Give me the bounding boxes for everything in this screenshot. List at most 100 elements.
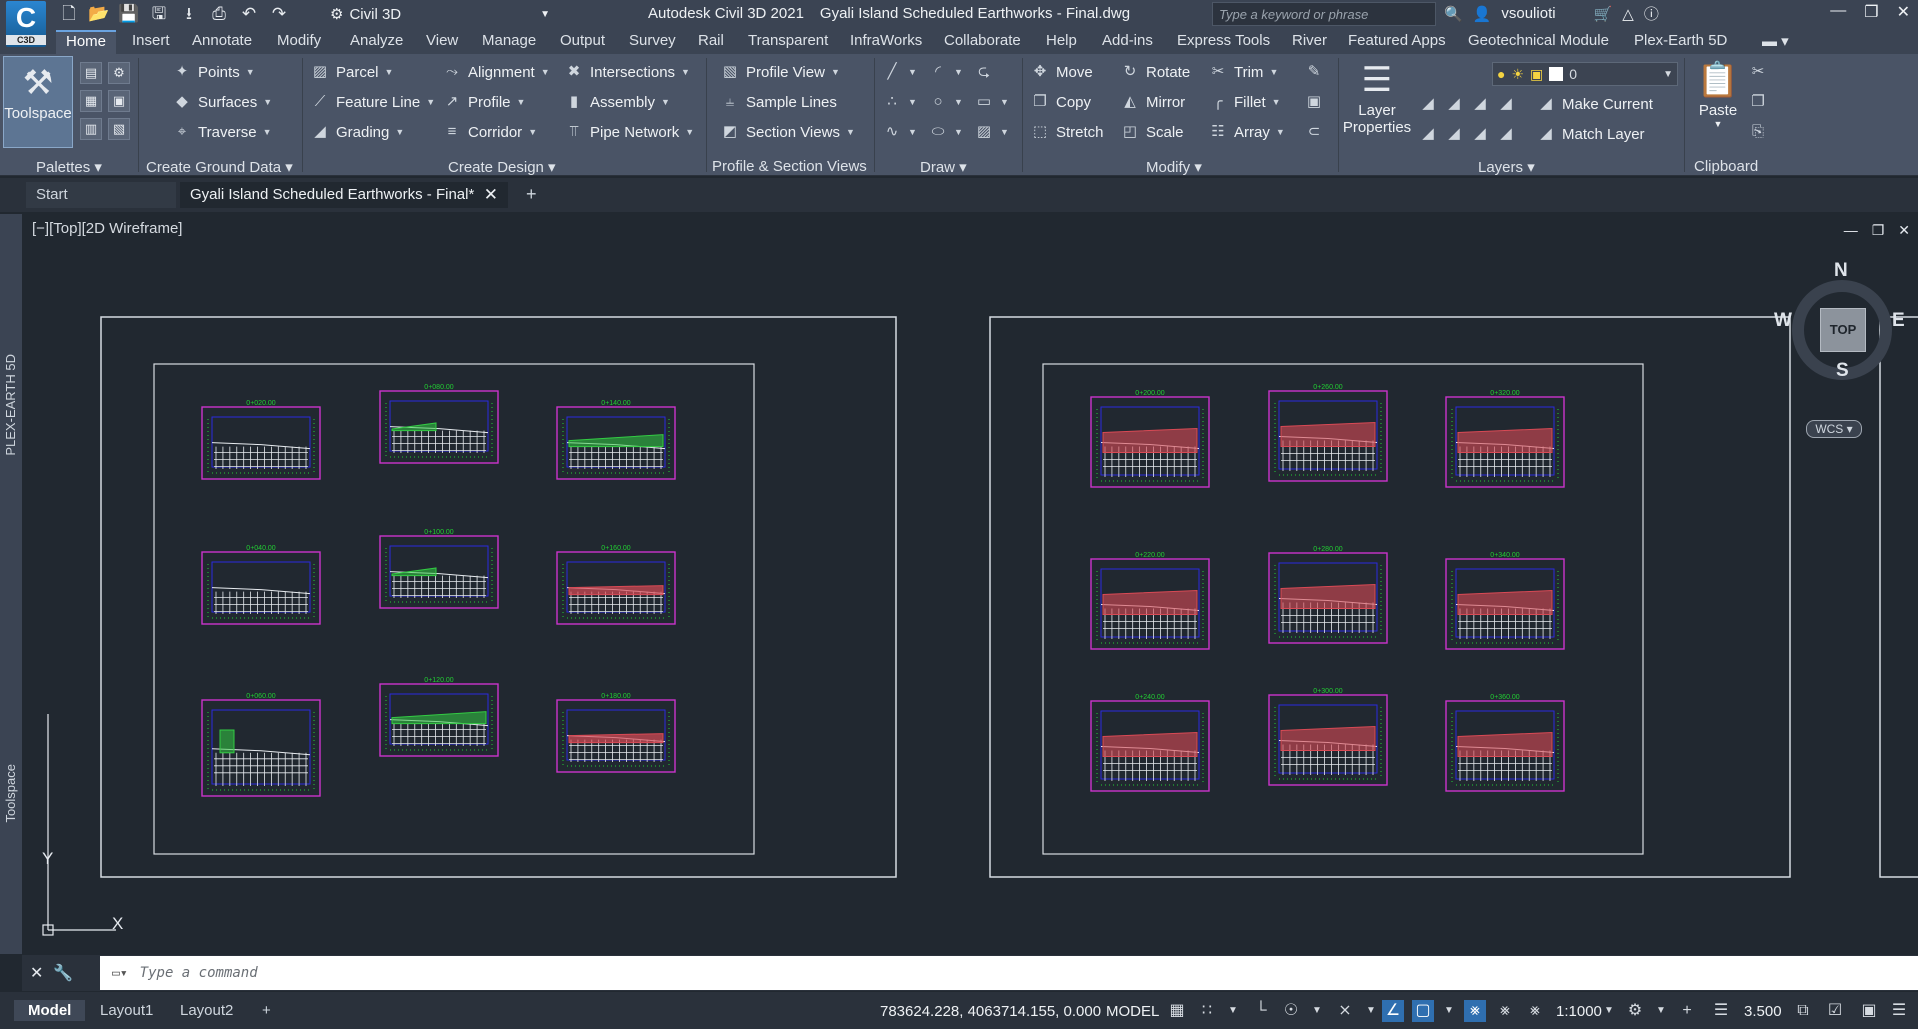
tab-manage[interactable]: Manage bbox=[482, 32, 536, 49]
tab-annotate[interactable]: Annotate bbox=[192, 32, 252, 49]
layer-tool-5[interactable]: ◢ bbox=[1418, 124, 1438, 144]
erase-tool[interactable]: ✎ bbox=[1304, 62, 1324, 82]
tab-document[interactable]: Gyali Island Scheduled Earthworks - Fina… bbox=[180, 182, 508, 208]
clean-screen-icon[interactable]: ▣ bbox=[1858, 1000, 1880, 1022]
tab-output[interactable]: Output bbox=[560, 32, 605, 49]
tab-rail[interactable]: Rail bbox=[698, 32, 724, 49]
snap-icon[interactable]: ∷ bbox=[1196, 1000, 1218, 1022]
panel-label-palettes[interactable]: Palettes ▾ bbox=[36, 158, 102, 176]
cursor-coordinates[interactable]: 783624.228, 4063714.155, 0.000 bbox=[880, 1003, 1101, 1020]
tab-geotechnical-module[interactable]: Geotechnical Module bbox=[1468, 32, 1609, 49]
surfaces-button[interactable]: ◆ Surfaces ▼ bbox=[172, 92, 272, 112]
assembly-button[interactable]: ▮ Assembly ▼ bbox=[564, 92, 670, 112]
stretch-button[interactable]: ⬚ Stretch bbox=[1030, 122, 1104, 142]
new-layout-plus-icon[interactable]: + bbox=[248, 1000, 285, 1021]
rectangle-tool[interactable]: ▭ ▼ bbox=[974, 92, 1009, 112]
tab-home[interactable]: Home bbox=[56, 30, 117, 55]
chevron-down-icon[interactable]: ▼ bbox=[1438, 1000, 1460, 1022]
undo-icon[interactable]: ↶ bbox=[238, 3, 260, 25]
isodraft-icon[interactable]: ⨯ bbox=[1334, 1000, 1356, 1022]
layer-tool-2[interactable]: ◢ bbox=[1444, 94, 1464, 114]
tab-collaborate[interactable]: Collaborate bbox=[944, 32, 1021, 49]
viewport-controls-label[interactable]: [−][Top][2D Wireframe] bbox=[32, 220, 182, 237]
layer-tool-8[interactable]: ◢ bbox=[1496, 124, 1516, 144]
tool-palettes-icon[interactable]: ▦ bbox=[80, 90, 102, 112]
object-snap-tracking-icon[interactable]: ∠ bbox=[1382, 1000, 1404, 1022]
new-file-icon[interactable]: 🗋 bbox=[58, 3, 80, 25]
tab-river[interactable]: River bbox=[1292, 32, 1327, 49]
save-as-icon[interactable]: 🖫 bbox=[148, 3, 170, 25]
tab-infraworks[interactable]: InfraWorks bbox=[850, 32, 922, 49]
grid-icon[interactable]: ▦ bbox=[1166, 1000, 1188, 1022]
plus-icon[interactable]: + bbox=[1676, 1000, 1698, 1022]
traverse-button[interactable]: ⌖ Traverse ▼ bbox=[172, 122, 272, 142]
open-web-icon[interactable]: ⭳ bbox=[178, 3, 200, 25]
minimize-icon[interactable]: — bbox=[1844, 222, 1858, 239]
lineweight-value[interactable]: 3.500 bbox=[1744, 1003, 1782, 1020]
autodesk-a360-icon[interactable]: △ bbox=[1622, 5, 1634, 23]
move-button[interactable]: ✥ Move bbox=[1030, 62, 1093, 82]
copy-button[interactable]: ❐ Copy bbox=[1030, 92, 1091, 112]
profile-view-button[interactable]: ▧ Profile View ▼ bbox=[720, 62, 840, 82]
layer-palette-icon[interactable]: ▧ bbox=[108, 118, 130, 140]
panel-label-layers[interactable]: Layers ▾ bbox=[1478, 158, 1535, 176]
viewcube[interactable]: TOP N S E W bbox=[1774, 260, 1906, 390]
polar-tracking-icon[interactable]: ☉ bbox=[1280, 1000, 1302, 1022]
help-icon[interactable]: ⓘ bbox=[1644, 3, 1659, 24]
cart-icon[interactable]: 🛒 bbox=[1594, 5, 1613, 23]
profile-button[interactable]: ↗ Profile ▼ bbox=[442, 92, 526, 112]
isolate-objects-icon[interactable]: ⧉ bbox=[1792, 1000, 1814, 1022]
panel-label-create-ground-data[interactable]: Create Ground Data ▾ bbox=[146, 158, 293, 176]
close-icon[interactable]: ✕ bbox=[1897, 2, 1910, 22]
tab-modify[interactable]: Modify bbox=[277, 32, 321, 49]
sample-lines-button[interactable]: ⫨ Sample Lines bbox=[720, 92, 837, 112]
array-button[interactable]: ☷ Array ▼ bbox=[1208, 122, 1285, 142]
command-input[interactable]: ▭▾ Type a command bbox=[100, 956, 1918, 990]
plex-earth-palette-tab[interactable]: PLEX-EARTH 5D bbox=[3, 354, 18, 456]
point-tool[interactable]: ∴ ▼ bbox=[882, 92, 917, 112]
redo-icon[interactable]: ↷ bbox=[268, 3, 290, 25]
ribbon-minimize-icon[interactable]: ▬ ▾ bbox=[1762, 32, 1789, 50]
layer-properties-button[interactable]: ☰ Layer Properties bbox=[1343, 58, 1411, 136]
annotation-scale-icon[interactable]: ⨳ bbox=[1524, 1000, 1546, 1022]
chevron-down-icon[interactable]: ▼ bbox=[1306, 1000, 1328, 1022]
rotate-button[interactable]: ↻ Rotate bbox=[1120, 62, 1191, 82]
chevron-down-icon[interactable]: ▼ bbox=[1360, 1000, 1382, 1022]
paste-button[interactable]: 📋 Paste ▼ bbox=[1690, 58, 1746, 129]
tab-start[interactable]: Start bbox=[26, 182, 176, 208]
intersections-button[interactable]: ✖ Intersections ▼ bbox=[564, 62, 690, 82]
points-button[interactable]: ✦ Points ▼ bbox=[172, 62, 255, 82]
help-search-input[interactable]: Type a keyword or phrase bbox=[1212, 2, 1436, 26]
workspace-selector[interactable]: ⚙ Civil 3D ▼ bbox=[330, 3, 550, 25]
compass-east[interactable]: E bbox=[1892, 310, 1905, 332]
chevron-down-icon[interactable]: ▼ bbox=[1222, 1000, 1244, 1022]
mirror-button[interactable]: ◭ Mirror bbox=[1120, 92, 1185, 112]
scale-button[interactable]: ◰ Scale bbox=[1120, 122, 1184, 142]
restore-icon[interactable]: ❐ bbox=[1864, 2, 1878, 22]
wrench-icon[interactable]: 🔧 bbox=[53, 963, 73, 983]
hatch-tool[interactable]: ▨ ▼ bbox=[974, 122, 1009, 142]
toolspace-button[interactable]: ⚒ Toolspace bbox=[3, 56, 73, 148]
layout-tab-layout2[interactable]: Layout2 bbox=[166, 1000, 247, 1021]
toolspace-palette-tab[interactable]: Toolspace bbox=[3, 764, 18, 823]
fillet-button[interactable]: ╭ Fillet ▼ bbox=[1208, 92, 1280, 112]
properties-palette-icon[interactable]: ▤ bbox=[80, 62, 102, 84]
close-icon[interactable]: ✕ bbox=[30, 963, 43, 983]
new-tab-plus-icon[interactable]: + bbox=[516, 180, 547, 206]
grading-button[interactable]: ◢ Grading ▼ bbox=[310, 122, 404, 142]
object-snap-icon[interactable]: ▢ bbox=[1412, 1000, 1434, 1022]
feature-line-button[interactable]: ⟋ Feature Line ▼ bbox=[310, 92, 435, 112]
circle-tool[interactable]: ○ ▼ bbox=[928, 92, 962, 112]
minimize-icon[interactable]: — bbox=[1830, 2, 1846, 22]
customization-menu-icon[interactable]: ☰ bbox=[1888, 1000, 1910, 1022]
layer-tool-3[interactable]: ◢ bbox=[1470, 94, 1490, 114]
tab-analyze[interactable]: Analyze bbox=[350, 32, 403, 49]
tab-add-ins[interactable]: Add-ins bbox=[1102, 32, 1153, 49]
ellipse-tool[interactable]: ⬭ ▼ bbox=[928, 122, 963, 142]
make-current-button[interactable]: ◢ Make Current bbox=[1536, 94, 1653, 114]
tab-express-tools[interactable]: Express Tools bbox=[1177, 32, 1270, 49]
compass-west[interactable]: W bbox=[1774, 310, 1792, 332]
save-icon[interactable]: 💾 bbox=[118, 3, 140, 25]
panel-label-create-design[interactable]: Create Design ▾ bbox=[448, 158, 556, 176]
match-properties-tool[interactable]: ⎘ bbox=[1748, 122, 1768, 142]
